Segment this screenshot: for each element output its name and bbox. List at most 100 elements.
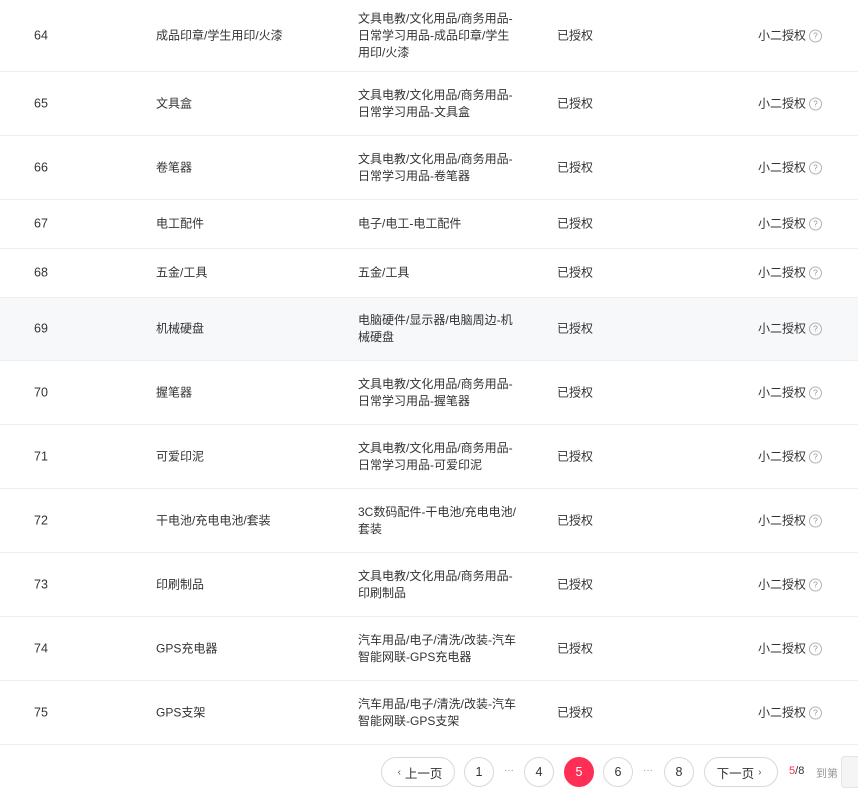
- help-circle-icon[interactable]: ?: [809, 29, 823, 42]
- auth-type-label: 小二授权: [758, 449, 807, 463]
- help-circle-icon[interactable]: ?: [809, 450, 823, 463]
- category-path-line: 文具电教/文化用品/商务用品-: [358, 376, 513, 391]
- category-path-line: 文具电教/文化用品/商务用品-: [358, 87, 513, 102]
- table-row: 74 GPS充电器 汽车用品/电子/清洗/改装-汽车 智能网联-GPS充电器 已授权 小二…: [0, 617, 858, 681]
- auth-type: 小二授权?: [758, 321, 823, 338]
- auth-status: 已授权: [557, 265, 594, 280]
- auth-status: 已授权: [557, 641, 594, 655]
- row-number: 72: [34, 513, 48, 527]
- table-row: 67 电工配件 电子/电工-电工配件 已授权 小二授权?: [0, 200, 858, 249]
- page-button-5-current[interactable]: 5: [564, 757, 594, 787]
- help-circle-icon[interactable]: ?: [809, 217, 823, 231]
- category-path-line: 日常学习用品-可爱印泥: [358, 457, 482, 472]
- current-page-number: 5: [789, 765, 796, 777]
- auth-type: 小二授权?: [758, 704, 823, 721]
- table-row: 70 握笔器 文具电教/文化用品/商务用品- 日常学习用品-握笔器 已授权 小二授权?: [0, 361, 858, 425]
- auth-type-label: 小二授权: [758, 321, 807, 336]
- category-name: 干电池/充电电池/套装: [156, 513, 271, 527]
- category-path-line: 文具电教/文化用品/商务用品-: [358, 440, 513, 455]
- auth-status: 已授权: [557, 705, 594, 719]
- row-number: 73: [34, 577, 48, 591]
- row-number: 69: [34, 321, 48, 336]
- table-row: 72 干电池/充电电池/套装 3C数码配件-干电池/充电电池/套装 已授权 小二授权?: [0, 489, 858, 553]
- category-path: 文具电教/文化用品/商务用品- 日常学习用品-握笔器: [358, 376, 538, 410]
- chevron-right-icon: ›: [758, 766, 762, 778]
- category-name: 印刷制品: [156, 577, 205, 591]
- category-name: 五金/工具: [156, 265, 208, 280]
- category-path-line: 日常学习用品-文具盒: [358, 104, 470, 119]
- next-page-label: 下一页: [716, 766, 755, 781]
- category-path-line: 3C数码配件-干电池/充电电池/: [358, 504, 517, 519]
- page-button-6[interactable]: 6: [603, 757, 633, 787]
- row-number: 68: [34, 265, 48, 280]
- category-path-line: 五金/工具: [358, 265, 410, 280]
- auth-type: 小二授权?: [758, 448, 823, 465]
- goto-page-input[interactable]: [841, 756, 858, 788]
- auth-type: 小二授权?: [758, 576, 823, 593]
- auth-type-label: 小二授权: [758, 160, 807, 174]
- category-name: 可爱印泥: [156, 449, 205, 463]
- auth-status: 已授权: [557, 216, 594, 231]
- category-path: 电脑硬件/显示器/电脑周边-机 械硬盘: [358, 312, 538, 346]
- help-circle-icon[interactable]: ?: [809, 322, 823, 336]
- category-path: 文具电教/文化用品/商务用品- 日常学习用品-文具盒: [358, 87, 538, 121]
- category-name: 机械硬盘: [156, 321, 205, 336]
- auth-status: 已授权: [557, 385, 594, 399]
- row-number: 71: [34, 449, 48, 463]
- auth-type-label: 小二授权: [758, 641, 807, 655]
- help-circle-icon[interactable]: ?: [809, 706, 823, 719]
- auth-type-label: 小二授权: [758, 216, 807, 231]
- row-number: 75: [34, 705, 48, 719]
- category-path: 汽车用品/电子/清洗/改装-汽车 智能网联-GPS支架: [358, 696, 538, 730]
- pagination-ellipsis: ···: [643, 765, 653, 776]
- next-page-button[interactable]: 下一页 ›: [704, 757, 778, 787]
- auth-type: 小二授权?: [758, 159, 823, 176]
- page-button-8[interactable]: 8: [664, 757, 694, 787]
- category-path: 文具电教/文化用品/商务用品- 印刷制品: [358, 568, 538, 602]
- page-button-4[interactable]: 4: [524, 757, 554, 787]
- table-row: 65 文具盒 文具电教/文化用品/商务用品- 日常学习用品-文具盒 已授权 小二授权?: [0, 72, 858, 136]
- category-path-line: 智能网联-GPS支架: [358, 713, 460, 728]
- category-path: 文具电教/文化用品/商务用品- 日常学习用品-成品印章/学生 用印/火漆: [358, 10, 538, 61]
- table-row: 68 五金/工具 五金/工具 已授权 小二授权?: [0, 249, 858, 298]
- category-path: 文具电教/文化用品/商务用品- 日常学习用品-可爱印泥: [358, 440, 538, 474]
- help-circle-icon[interactable]: ?: [809, 578, 823, 591]
- help-circle-icon[interactable]: ?: [809, 161, 823, 174]
- category-path-line: 文具电教/文化用品/商务用品-: [358, 151, 513, 166]
- category-path-line: 汽车用品/电子/清洗/改装-汽车: [358, 696, 516, 711]
- help-circle-icon[interactable]: ?: [809, 266, 823, 280]
- pagination-ellipsis: ···: [504, 765, 514, 776]
- prev-page-label: 上一页: [404, 766, 443, 781]
- chevron-left-icon: ‹: [397, 766, 401, 778]
- auth-type: 小二授权?: [758, 27, 823, 44]
- category-path-line: 电子/电工-电工配件: [358, 216, 462, 231]
- category-path-line: 套装: [358, 521, 383, 536]
- help-circle-icon[interactable]: ?: [809, 97, 823, 110]
- help-circle-icon[interactable]: ?: [809, 642, 823, 655]
- category-name: 文具盒: [156, 96, 193, 110]
- category-name: GPS充电器: [156, 641, 218, 655]
- table-row: 71 可爱印泥 文具电教/文化用品/商务用品- 日常学习用品-可爱印泥 已授权 小二授权?: [0, 425, 858, 489]
- page-indicator: 5/8: [789, 765, 805, 777]
- category-path-line: 日常学习用品-握笔器: [358, 393, 470, 408]
- row-number: 66: [34, 160, 48, 174]
- table-row: 66 卷笔器 文具电教/文化用品/商务用品- 日常学习用品-卷笔器 已授权 小二授权?: [0, 136, 858, 200]
- table-row: 73 印刷制品 文具电教/文化用品/商务用品- 印刷制品 已授权 小二授权?: [0, 553, 858, 617]
- table-row: 64 成品印章/学生用印/火漆 文具电教/文化用品/商务用品- 日常学习用品-成品印章…: [0, 0, 858, 72]
- category-name: 成品印章/学生用印/火漆: [156, 28, 283, 42]
- category-path-line: 械硬盘: [358, 330, 395, 344]
- help-circle-icon[interactable]: ?: [809, 514, 823, 527]
- auth-type-label: 小二授权: [758, 385, 807, 399]
- auth-type: 小二授权?: [758, 640, 823, 657]
- prev-page-button[interactable]: ‹ 上一页: [381, 757, 455, 787]
- row-number: 67: [34, 216, 48, 231]
- category-path-line: 日常学习用品-成品印章/学生: [358, 28, 510, 42]
- total-pages-number: 8: [798, 765, 805, 777]
- auth-type-label: 小二授权: [758, 265, 807, 280]
- category-path-line: 文具电教/文化用品/商务用品-: [358, 568, 513, 583]
- page-button-1[interactable]: 1: [464, 757, 494, 787]
- help-circle-icon[interactable]: ?: [809, 386, 823, 399]
- row-number: 64: [34, 28, 48, 42]
- auth-status: 已授权: [557, 160, 594, 174]
- category-path: 文具电教/文化用品/商务用品- 日常学习用品-卷笔器: [358, 151, 538, 185]
